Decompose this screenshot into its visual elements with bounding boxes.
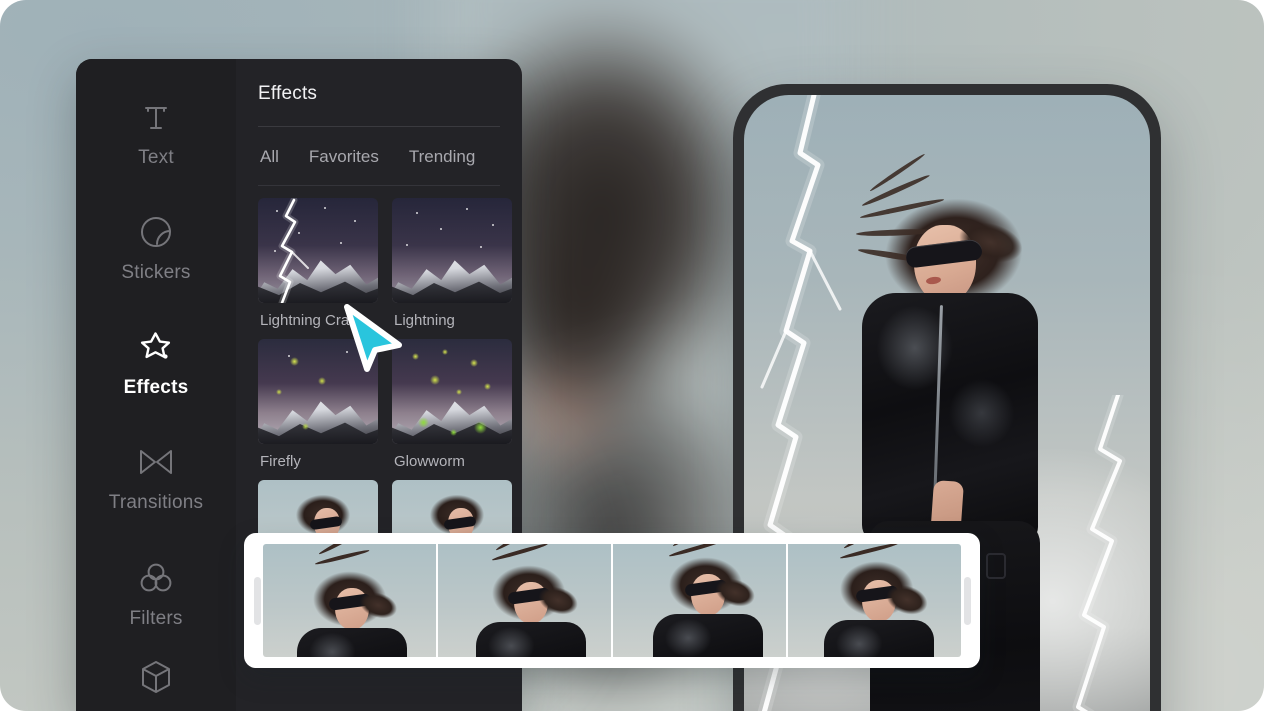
timeline-frame[interactable] [788,544,961,657]
sidebar-item-transitions[interactable]: Transitions [76,423,236,534]
timeline-frame[interactable] [263,544,436,657]
sidebar-item-stickers[interactable]: Stickers [76,192,236,303]
timeline-frame[interactable] [613,544,786,657]
sticker-icon [136,212,176,252]
effect-label: Glowworm [394,453,465,470]
sidebar-item-label: Filters [129,607,183,629]
effect-item[interactable]: Lightning [392,198,512,329]
timeline-clip[interactable] [244,533,980,668]
tab-favorites[interactable]: Favorites [309,147,379,167]
effect-thumbnail [392,198,512,303]
sidebar-item-label: Stickers [121,261,191,283]
effect-thumbnail [392,339,512,444]
tab-all[interactable]: All [260,147,279,167]
tab-trending[interactable]: Trending [409,147,475,167]
sidebar-item-filters[interactable]: Filters [76,538,236,649]
effect-thumbnail [258,339,378,444]
effect-thumbnail [258,198,378,303]
filters-icon [136,558,176,598]
page-title: Effects [258,83,318,104]
effect-label: Firefly [260,453,301,470]
trim-start-handle[interactable] [251,533,263,668]
sidebar-item-label: Effects [123,377,189,399]
text-icon [136,97,176,137]
sidebar-item-3d[interactable] [76,653,236,711]
effects-tabs: All Favorites Trending [258,127,500,185]
editor-sidebar: Text Stickers Effects Transitions Filter… [76,59,236,711]
effect-item[interactable]: Lightning Crash [258,198,378,329]
screenshot-canvas: Text Stickers Effects Transitions Filter… [0,0,1264,711]
transition-icon [136,442,176,482]
thumbnail-lightning-icon [276,198,309,303]
sidebar-item-effects[interactable]: Effects [76,308,236,419]
effect-item[interactable]: Firefly [258,339,378,470]
cube-3d-icon [136,657,176,697]
timeline-frames [263,544,961,657]
effect-label: Lightning [394,312,455,329]
sidebar-item-text[interactable]: Text [76,77,236,188]
sidebar-item-label: Text [138,146,174,168]
timeline-frame[interactable] [438,544,611,657]
effect-label: Lightning Crash [260,312,366,329]
trouser-pocket [986,553,1006,579]
trim-end-handle[interactable] [961,533,973,668]
sidebar-item-label: Transitions [108,492,204,514]
effect-item[interactable]: Glowworm [392,339,512,470]
sparkle-star-icon [136,327,176,367]
